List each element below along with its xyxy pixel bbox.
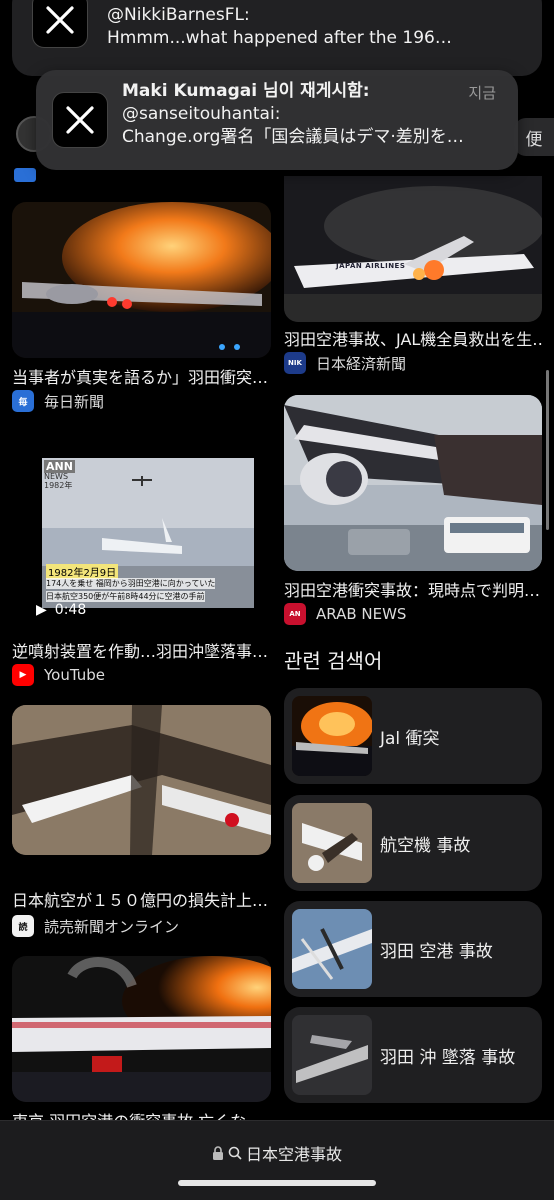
nikkei-icon: NIK (284, 352, 306, 374)
image-result-card[interactable]: 日本航空が１５０億円の損失計上… 読 読売新聞オンライン (12, 705, 271, 940)
result-thumbnail[interactable] (12, 202, 271, 358)
result-caption: 当事者が真実を語るか」羽田衝突… (12, 368, 269, 387)
source-name: ARAB NEWS (316, 605, 407, 623)
image-result-card[interactable]: 東京·羽田空港の衝突事故 亡くな… (12, 956, 271, 1120)
result-caption: 東京·羽田空港の衝突事故 亡くな… (12, 1108, 271, 1120)
url-field[interactable]: 日本空港事故 (0, 1141, 554, 1165)
notification-text: Change.org署名「国会議員はデマ·差別を… (122, 127, 464, 147)
result-thumbnail[interactable]: JAPAN AIRLINES (284, 176, 542, 322)
related-search-thumbnail (292, 1015, 372, 1095)
scrollbar[interactable] (546, 370, 549, 530)
home-indicator[interactable] (178, 1180, 376, 1186)
related-search-item[interactable]: 羽田 空港 事故 (284, 901, 542, 997)
arabnews-icon: AN (284, 603, 306, 625)
related-search-item[interactable]: 航空機 事故 (284, 795, 542, 891)
related-search-thumbnail (292, 909, 372, 989)
video-thumbnail[interactable]: ANN NEWS 1982年 1982年2月9日 174人を乗せ 福岡から羽田空… (12, 432, 271, 628)
video-subtitle-1: 174人を乗せ 福岡から羽田空港に向かっていた (46, 578, 216, 589)
x-app-icon (32, 0, 88, 48)
related-search-label: 羽田 沖 墜落 事故 (380, 1047, 516, 1068)
result-source[interactable]: AN ARAB NEWS (284, 603, 406, 625)
source-icon-partial (14, 168, 36, 182)
x-app-icon (52, 92, 108, 148)
related-search-thumbnail (292, 803, 372, 883)
jal-livery-text: JAPAN AIRLINES (336, 262, 406, 270)
source-name: 日本経済新聞 (316, 354, 407, 373)
image-result-card[interactable]: 当事者が真実を語るか」羽田衝突… 毎 毎日新聞 (12, 202, 271, 417)
search-icon (228, 1146, 242, 1160)
video-subtitle-2: 日本航空350便が午前8時44分に空港の手前 (46, 591, 205, 602)
video-date-caption: 1982年2月9日 (46, 564, 119, 579)
notification-repost[interactable]: Maki Kumagai 님이 재게시함: @sanseitouhantai: … (36, 70, 518, 170)
video-result-card[interactable]: ANN NEWS 1982年 1982年2月9日 174人を乗せ 福岡から羽田空… (12, 432, 271, 688)
play-icon: ▶ (36, 602, 47, 618)
result-source[interactable]: 読 読売新聞オンライン (12, 915, 179, 937)
side-tab-label: 便 (525, 129, 543, 150)
video-year: 1982年 (44, 481, 73, 490)
result-thumbnail[interactable] (12, 705, 271, 855)
mainichi-icon: 毎 (12, 390, 34, 412)
notification-x-post[interactable]: @NikkiBarnesFL: Hmmm...what happened aft… (12, 0, 542, 76)
result-caption: 羽田空港事故、JAL機全員救出を生… (284, 330, 542, 349)
related-search-item[interactable]: Jal 衝突 (284, 688, 542, 784)
youtube-icon: ▶ (12, 664, 34, 686)
related-search-label: 航空機 事故 (380, 835, 471, 856)
result-source[interactable]: ▶ YouTube (12, 664, 105, 686)
result-caption: 羽田空港衝突事故：現時点で判明… (284, 581, 541, 600)
yomiuri-icon: 読 (12, 915, 34, 937)
video-duration: 0:48 (54, 602, 87, 618)
related-search-label: 羽田 空港 事故 (380, 941, 493, 962)
result-thumbnail[interactable] (12, 956, 271, 1102)
notification-handle: @sanseitouhantai: (122, 104, 281, 124)
notification-handle: @NikkiBarnesFL: (107, 5, 250, 25)
lock-icon (212, 1146, 223, 1160)
related-search-thumbnail (292, 696, 372, 776)
address-bar[interactable]: 日本空港事故 (0, 1120, 554, 1200)
source-name: YouTube (44, 666, 105, 684)
result-caption: 日本航空が１５０億円の損失計上… (12, 891, 269, 910)
notification-title: Maki Kumagai 님이 재게시함: (122, 81, 370, 101)
result-caption: 逆噴射装置を作動…羽田沖墜落事… (12, 642, 269, 661)
side-tab[interactable]: 便 (514, 118, 554, 156)
source-name: 毎日新聞 (44, 392, 105, 411)
source-name: 読売新聞オンライン (44, 917, 180, 936)
result-thumbnail[interactable] (284, 395, 542, 571)
result-source[interactable]: 毎 毎日新聞 (12, 390, 104, 412)
related-search-label: Jal 衝突 (380, 728, 440, 749)
related-searches-heading: 관련 검색어 (284, 649, 383, 673)
video-duration-badge: ▶ 0:48 (36, 602, 86, 618)
notification-time: 지금 (468, 84, 496, 102)
notification-text: Hmmm...what happened after the 196… (107, 28, 452, 48)
result-source[interactable]: NIK 日本経済新聞 (284, 352, 406, 374)
related-search-item[interactable]: 羽田 沖 墜落 事故 (284, 1007, 542, 1103)
image-result-card[interactable]: JAPAN AIRLINES 羽田空港事故、JAL機全員救出を生… NIK 日本… (284, 176, 542, 376)
search-query: 日本空港事故 (245, 1145, 342, 1164)
video-frame: ANN NEWS 1982年 1982年2月9日 174人を乗せ 福岡から羽田空… (42, 458, 254, 608)
image-result-card[interactable]: 羽田空港衝突事故：現時点で判明… AN ARAB NEWS (284, 395, 542, 627)
